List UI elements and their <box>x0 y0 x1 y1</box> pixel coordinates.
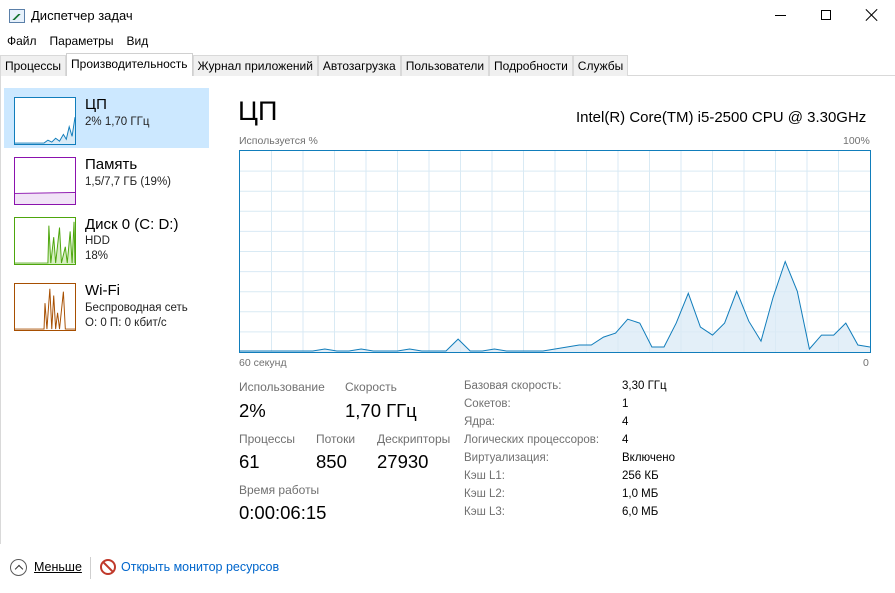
spec-sockets-value: 1 <box>622 398 629 410</box>
spec-base-speed-label: Базовая скорость: <box>464 380 562 392</box>
open-resource-monitor-link[interactable]: Открыть монитор ресурсов <box>121 560 279 574</box>
uptime-value: 0:00:06:15 <box>239 502 327 523</box>
threads-value: 850 <box>316 451 347 472</box>
usage-value: 2% <box>239 400 266 421</box>
sidebar-wifi-network: Беспроводная сеть <box>85 302 188 314</box>
menu-file[interactable]: Файл <box>0 32 37 52</box>
spec-base-speed-value: 3,30 ГГц <box>622 380 667 392</box>
spec-virtualization-label: Виртуализация: <box>464 452 549 464</box>
speed-value: 1,70 ГГц <box>345 400 417 421</box>
spec-cores-value: 4 <box>622 416 629 428</box>
sidebar-wifi-throughput: О: 0 П: 0 кбит/с <box>85 317 167 329</box>
close-icon <box>866 9 878 21</box>
spec-l2-cache-value: 1,0 МБ <box>622 488 659 500</box>
menu-view[interactable]: Вид <box>119 32 148 52</box>
fewer-details-link[interactable]: Меньше <box>34 560 82 574</box>
sidebar-memory-usage: 1,5/7,7 ГБ (19%) <box>85 176 172 188</box>
graph-label-usage-percent: Используется % <box>239 135 318 147</box>
title-bar: Диспетчер задач <box>0 0 895 32</box>
sidebar-cpu-title: ЦП <box>85 96 107 113</box>
cpu-model-name: Intel(R) Core(TM) i5-2500 CPU @ 3.30GHz <box>576 109 867 126</box>
spec-l1-cache-label: Кэш L1: <box>464 470 505 482</box>
graph-label-max: 100% <box>843 135 870 147</box>
page-title: ЦП <box>238 96 278 126</box>
spec-l3-cache-label: Кэш L3: <box>464 506 505 518</box>
tab-details[interactable]: Подробности <box>489 55 573 76</box>
threads-label: Потоки <box>316 432 356 446</box>
spec-cores-label: Ядра: <box>464 416 496 428</box>
uptime-label: Время работы <box>239 483 320 497</box>
spec-l2-cache-label: Кэш L2: <box>464 488 505 500</box>
footer-bar: Меньше Открыть монитор ресурсов <box>0 545 895 593</box>
menu-options[interactable]: Параметры <box>43 32 114 52</box>
handles-label: Дескрипторы <box>377 432 451 446</box>
sidebar-item-disk[interactable]: Диск 0 (C: D:) HDD 18% <box>4 208 209 268</box>
footer-separator <box>90 557 91 579</box>
cpu-thumbnail-graph <box>14 97 76 145</box>
window-title: Диспетчер задач <box>31 8 133 23</box>
processes-label: Процессы <box>239 432 296 446</box>
sidebar-item-cpu[interactable]: ЦП 2% 1,70 ГГц <box>4 88 209 148</box>
processes-value: 61 <box>239 451 260 472</box>
spec-logical-processors-label: Логических процессоров: <box>464 434 600 446</box>
tab-services[interactable]: Службы <box>572 55 629 76</box>
close-button[interactable] <box>849 0 895 30</box>
tab-users[interactable]: Пользователи <box>400 55 490 76</box>
cpu-usage-chart <box>240 151 870 352</box>
spec-virtualization-value: Включено <box>622 452 676 464</box>
chevron-up-icon[interactable] <box>10 559 27 576</box>
speed-label: Скорость <box>345 380 397 394</box>
cpu-usage-graph <box>239 150 871 353</box>
menu-bar: Файл Параметры Вид <box>0 32 154 52</box>
usage-label: Использование <box>239 380 325 394</box>
tab-performance[interactable]: Производительность <box>66 53 193 76</box>
tab-startup[interactable]: Автозагрузка <box>317 55 401 76</box>
disk-thumbnail-graph <box>14 217 76 265</box>
handles-value: 27930 <box>377 451 429 472</box>
sidebar-item-memory[interactable]: Память 1,5/7,7 ГБ (19%) <box>4 148 209 208</box>
maximize-icon <box>821 10 831 20</box>
tab-processes[interactable]: Процессы <box>0 55 67 76</box>
sidebar-disk-title: Диск 0 (C: D:) <box>85 216 179 233</box>
graph-label-time-window: 60 секунд <box>239 357 287 369</box>
sidebar-memory-title: Память <box>85 156 138 173</box>
resource-monitor-icon[interactable] <box>100 559 116 575</box>
wifi-thumbnail-graph <box>14 283 76 331</box>
sidebar-disk-usage: 18% <box>85 250 109 262</box>
minimize-button[interactable] <box>757 0 803 30</box>
minimize-icon <box>774 14 786 16</box>
spec-l1-cache-value: 256 КБ <box>622 470 659 482</box>
maximize-button[interactable] <box>803 0 849 30</box>
sidebar-disk-type: HDD <box>85 235 110 247</box>
memory-thumbnail-graph <box>14 157 76 205</box>
tab-app-history[interactable]: Журнал приложений <box>192 55 318 76</box>
graph-label-zero: 0 <box>863 357 869 369</box>
tab-strip: Процессы Производительность Журнал прило… <box>0 53 629 76</box>
sidebar-cpu-usage: 2% 1,70 ГГц <box>85 116 150 128</box>
spec-sockets-label: Сокетов: <box>464 398 511 410</box>
task-manager-app-icon <box>9 9 25 23</box>
sidebar-item-wifi[interactable]: Wi-Fi Беспроводная сеть О: 0 П: 0 кбит/с <box>4 272 209 332</box>
spec-l3-cache-value: 6,0 МБ <box>622 506 659 518</box>
spec-logical-processors-value: 4 <box>622 434 629 446</box>
sidebar-wifi-title: Wi-Fi <box>85 282 120 299</box>
